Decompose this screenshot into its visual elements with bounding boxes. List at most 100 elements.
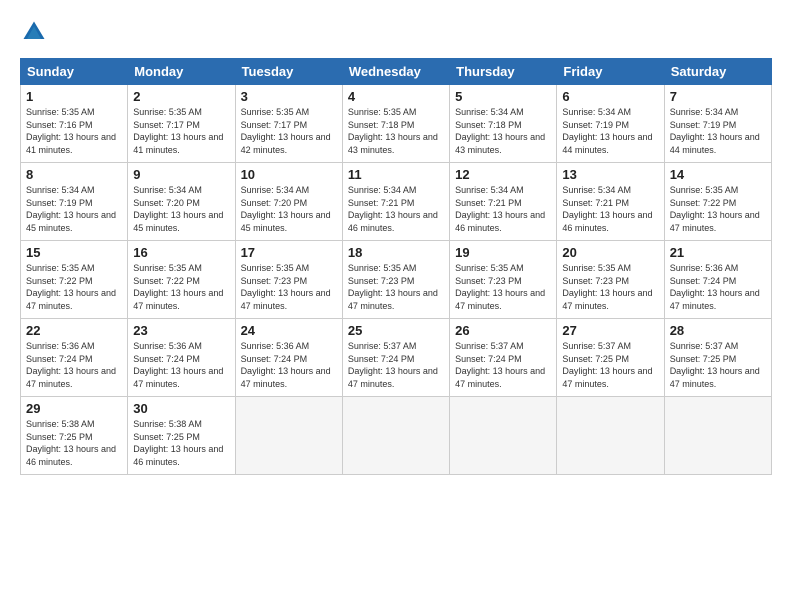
calendar-cell: 22 Sunrise: 5:36 AM Sunset: 7:24 PM Dayli…	[21, 319, 128, 397]
day-header-tuesday: Tuesday	[235, 59, 342, 85]
day-number: 12	[455, 167, 551, 182]
day-number: 22	[26, 323, 122, 338]
calendar-cell: 19 Sunrise: 5:35 AM Sunset: 7:23 PM Dayli…	[450, 241, 557, 319]
calendar-cell	[342, 397, 449, 475]
days-header-row: SundayMondayTuesdayWednesdayThursdayFrid…	[21, 59, 772, 85]
calendar-cell: 4 Sunrise: 5:35 AM Sunset: 7:18 PM Daylig…	[342, 85, 449, 163]
day-number: 6	[562, 89, 658, 104]
calendar-cell: 6 Sunrise: 5:34 AM Sunset: 7:19 PM Daylig…	[557, 85, 664, 163]
calendar-cell	[557, 397, 664, 475]
day-info: Sunrise: 5:36 AM Sunset: 7:24 PM Dayligh…	[133, 340, 229, 390]
day-info: Sunrise: 5:35 AM Sunset: 7:23 PM Dayligh…	[455, 262, 551, 312]
calendar-cell: 29 Sunrise: 5:38 AM Sunset: 7:25 PM Dayli…	[21, 397, 128, 475]
day-info: Sunrise: 5:35 AM Sunset: 7:23 PM Dayligh…	[348, 262, 444, 312]
calendar-cell: 24Sunrise: 5:36 AM Sunset: 7:24 PM Dayli…	[235, 319, 342, 397]
day-info: Sunrise: 5:34 AM Sunset: 7:21 PM Dayligh…	[562, 184, 658, 234]
calendar-cell: 30Sunrise: 5:38 AM Sunset: 7:25 PM Dayli…	[128, 397, 235, 475]
day-info: Sunrise: 5:37 AM Sunset: 7:24 PM Dayligh…	[348, 340, 444, 390]
calendar-cell	[664, 397, 771, 475]
logo-icon	[20, 18, 48, 46]
day-info: Sunrise: 5:37 AM Sunset: 7:25 PM Dayligh…	[670, 340, 766, 390]
day-info: Sunrise: 5:34 AM Sunset: 7:19 PM Dayligh…	[562, 106, 658, 156]
calendar-cell: 18 Sunrise: 5:35 AM Sunset: 7:23 PM Dayli…	[342, 241, 449, 319]
day-info: Sunrise: 5:35 AM Sunset: 7:23 PM Dayligh…	[562, 262, 658, 312]
day-info: Sunrise: 5:35 AM Sunset: 7:23 PM Dayligh…	[241, 262, 337, 312]
calendar-week-row: 1 Sunrise: 5:35 AM Sunset: 7:16 PM Daylig…	[21, 85, 772, 163]
calendar-cell: 14 Sunrise: 5:35 AM Sunset: 7:22 PM Dayli…	[664, 163, 771, 241]
day-info: Sunrise: 5:35 AM Sunset: 7:17 PM Dayligh…	[133, 106, 229, 156]
day-header-friday: Friday	[557, 59, 664, 85]
day-header-saturday: Saturday	[664, 59, 771, 85]
calendar-cell: 15 Sunrise: 5:35 AM Sunset: 7:22 PM Dayli…	[21, 241, 128, 319]
day-info: Sunrise: 5:34 AM Sunset: 7:18 PM Dayligh…	[455, 106, 551, 156]
day-number: 21	[670, 245, 766, 260]
day-number: 28	[670, 323, 766, 338]
day-number: 9	[133, 167, 229, 182]
page: SundayMondayTuesdayWednesdayThursdayFrid…	[0, 0, 792, 612]
calendar-week-row: 29 Sunrise: 5:38 AM Sunset: 7:25 PM Dayli…	[21, 397, 772, 475]
day-header-monday: Monday	[128, 59, 235, 85]
calendar-cell: 27 Sunrise: 5:37 AM Sunset: 7:25 PM Dayli…	[557, 319, 664, 397]
calendar-cell: 1 Sunrise: 5:35 AM Sunset: 7:16 PM Daylig…	[21, 85, 128, 163]
calendar-cell: 26 Sunrise: 5:37 AM Sunset: 7:24 PM Dayli…	[450, 319, 557, 397]
day-number: 25	[348, 323, 444, 338]
day-header-sunday: Sunday	[21, 59, 128, 85]
day-info: Sunrise: 5:38 AM Sunset: 7:25 PM Dayligh…	[26, 418, 122, 468]
day-number: 16	[133, 245, 229, 260]
day-header-thursday: Thursday	[450, 59, 557, 85]
logo	[20, 18, 51, 46]
day-header-wednesday: Wednesday	[342, 59, 449, 85]
calendar-cell: 3 Sunrise: 5:35 AM Sunset: 7:17 PM Daylig…	[235, 85, 342, 163]
calendar-cell: 28 Sunrise: 5:37 AM Sunset: 7:25 PM Dayli…	[664, 319, 771, 397]
calendar-cell: 8 Sunrise: 5:34 AM Sunset: 7:19 PM Daylig…	[21, 163, 128, 241]
day-info: Sunrise: 5:37 AM Sunset: 7:25 PM Dayligh…	[562, 340, 658, 390]
day-info: Sunrise: 5:35 AM Sunset: 7:22 PM Dayligh…	[26, 262, 122, 312]
day-number: 13	[562, 167, 658, 182]
day-number: 19	[455, 245, 551, 260]
day-number: 3	[241, 89, 337, 104]
day-info: Sunrise: 5:36 AM Sunset: 7:24 PM Dayligh…	[241, 340, 337, 390]
calendar-cell: 2 Sunrise: 5:35 AM Sunset: 7:17 PM Daylig…	[128, 85, 235, 163]
calendar-cell: 17Sunrise: 5:35 AM Sunset: 7:23 PM Dayli…	[235, 241, 342, 319]
calendar-cell: 11 Sunrise: 5:34 AM Sunset: 7:21 PM Dayli…	[342, 163, 449, 241]
day-number: 20	[562, 245, 658, 260]
day-info: Sunrise: 5:38 AM Sunset: 7:25 PM Dayligh…	[133, 418, 229, 468]
day-info: Sunrise: 5:34 AM Sunset: 7:21 PM Dayligh…	[455, 184, 551, 234]
calendar-cell: 5 Sunrise: 5:34 AM Sunset: 7:18 PM Daylig…	[450, 85, 557, 163]
day-info: Sunrise: 5:35 AM Sunset: 7:22 PM Dayligh…	[670, 184, 766, 234]
day-info: Sunrise: 5:34 AM Sunset: 7:19 PM Dayligh…	[670, 106, 766, 156]
day-number: 1	[26, 89, 122, 104]
day-number: 8	[26, 167, 122, 182]
calendar-week-row: 22 Sunrise: 5:36 AM Sunset: 7:24 PM Dayli…	[21, 319, 772, 397]
calendar-cell: 9Sunrise: 5:34 AM Sunset: 7:20 PM Daylig…	[128, 163, 235, 241]
day-number: 14	[670, 167, 766, 182]
calendar-week-row: 15 Sunrise: 5:35 AM Sunset: 7:22 PM Dayli…	[21, 241, 772, 319]
day-info: Sunrise: 5:35 AM Sunset: 7:17 PM Dayligh…	[241, 106, 337, 156]
day-number: 2	[133, 89, 229, 104]
day-info: Sunrise: 5:34 AM Sunset: 7:19 PM Dayligh…	[26, 184, 122, 234]
day-number: 18	[348, 245, 444, 260]
day-number: 29	[26, 401, 122, 416]
day-info: Sunrise: 5:35 AM Sunset: 7:18 PM Dayligh…	[348, 106, 444, 156]
day-number: 26	[455, 323, 551, 338]
day-number: 4	[348, 89, 444, 104]
day-info: Sunrise: 5:34 AM Sunset: 7:20 PM Dayligh…	[241, 184, 337, 234]
day-info: Sunrise: 5:35 AM Sunset: 7:16 PM Dayligh…	[26, 106, 122, 156]
day-number: 11	[348, 167, 444, 182]
day-number: 5	[455, 89, 551, 104]
calendar-cell: 12 Sunrise: 5:34 AM Sunset: 7:21 PM Dayli…	[450, 163, 557, 241]
calendar-cell: 13 Sunrise: 5:34 AM Sunset: 7:21 PM Dayli…	[557, 163, 664, 241]
day-number: 27	[562, 323, 658, 338]
day-number: 15	[26, 245, 122, 260]
calendar-cell: 25 Sunrise: 5:37 AM Sunset: 7:24 PM Dayli…	[342, 319, 449, 397]
calendar-cell	[450, 397, 557, 475]
day-info: Sunrise: 5:34 AM Sunset: 7:21 PM Dayligh…	[348, 184, 444, 234]
calendar-cell: 10Sunrise: 5:34 AM Sunset: 7:20 PM Dayli…	[235, 163, 342, 241]
calendar-cell: 16 Sunrise: 5:35 AM Sunset: 7:22 PM Dayli…	[128, 241, 235, 319]
day-info: Sunrise: 5:37 AM Sunset: 7:24 PM Dayligh…	[455, 340, 551, 390]
day-number: 23	[133, 323, 229, 338]
day-info: Sunrise: 5:35 AM Sunset: 7:22 PM Dayligh…	[133, 262, 229, 312]
calendar-week-row: 8 Sunrise: 5:34 AM Sunset: 7:19 PM Daylig…	[21, 163, 772, 241]
day-info: Sunrise: 5:36 AM Sunset: 7:24 PM Dayligh…	[670, 262, 766, 312]
day-info: Sunrise: 5:36 AM Sunset: 7:24 PM Dayligh…	[26, 340, 122, 390]
